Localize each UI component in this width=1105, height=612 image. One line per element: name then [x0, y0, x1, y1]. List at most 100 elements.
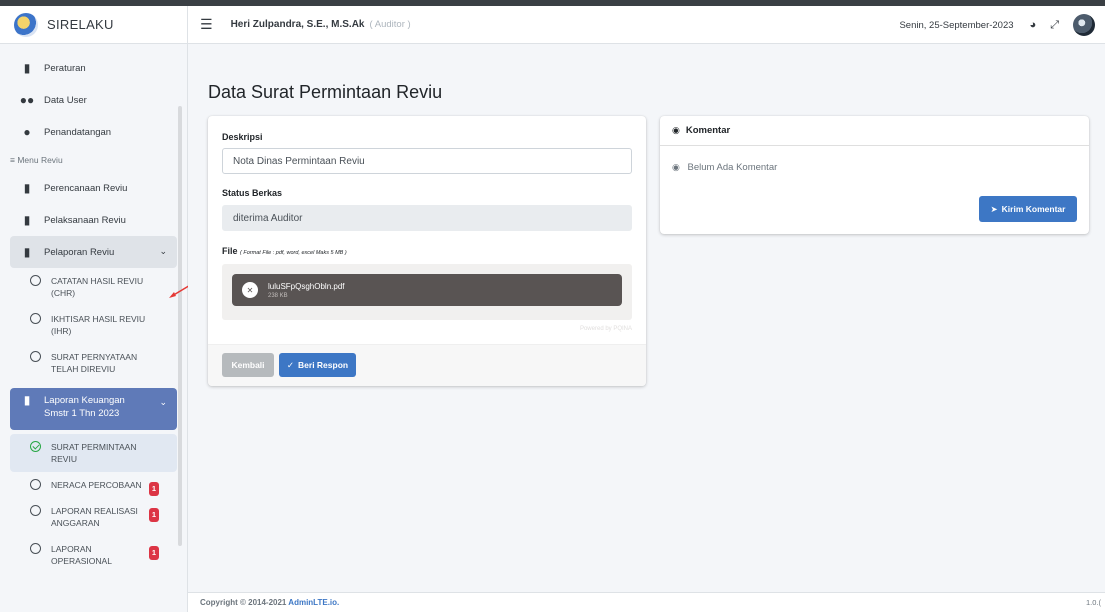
- sidebar-item-laporan-keuangan[interactable]: ▮ Laporan Keuangan Smstr 1 Thn 2023 ⌄: [10, 388, 177, 430]
- respond-button[interactable]: ✓ Beri Respon: [279, 353, 356, 377]
- file-name[interactable]: luluSFpQsghObln.pdf: [268, 282, 345, 291]
- send-comment-label: Kirim Komentar: [1001, 204, 1066, 214]
- file-icon: ▮: [23, 245, 31, 259]
- circle-icon: [30, 479, 41, 490]
- file-icon: ▮: [23, 181, 31, 195]
- count-badge: 1: [148, 482, 159, 496]
- comments-icon: ◉: [672, 125, 680, 135]
- chevron-down-icon: ⌄: [159, 246, 167, 256]
- file-invoice-icon: ▮: [23, 393, 31, 407]
- form-card: Deskripsi Nota Dinas Permintaan Reviu St…: [208, 116, 646, 386]
- user-name: Heri Zulpandra, S.E., M.S.Ak: [230, 19, 365, 30]
- sidebar-subitem-surat-pernyataan[interactable]: SURAT PERNYATAAN TELAH DIREVIU: [10, 344, 177, 382]
- no-comment-text: Belum Ada Komentar: [687, 162, 778, 173]
- copyright-text: Copyright © 2014-2021 AdminLTE.io.: [200, 598, 339, 607]
- sidebar-section-header: ≡ Menu Reviu: [10, 155, 63, 165]
- sidebar-item-pelaporan-reviu[interactable]: ▮ Pelaporan Reviu ⌄: [10, 236, 177, 268]
- form-card-footer: Kembali ✓ Beri Respon: [208, 344, 646, 386]
- uploaded-file-item: ✕ luluSFpQsghObln.pdf 238 KB: [232, 274, 622, 306]
- sidebar-item-peraturan[interactable]: ▮ Peraturan: [10, 52, 177, 84]
- sidebar-item-perencanaan-reviu[interactable]: ▮ Perencanaan Reviu: [10, 172, 177, 204]
- sidebar: SIRELAKU ▮ Peraturan ●● Data User ● Pena…: [0, 6, 188, 612]
- sidebar-subitem-label: CATATAN HASIL REVIU (CHR): [51, 276, 144, 298]
- top-navbar: ☰ Heri Zulpandra, S.E., M.S.Ak ( Auditor…: [188, 6, 1105, 44]
- send-comment-button[interactable]: ➤ Kirim Komentar: [979, 196, 1077, 222]
- sidebar-subitem-ihr[interactable]: IKHTISAR HASIL REVIU (IHR): [10, 306, 177, 344]
- respond-button-label: Beri Respon: [298, 360, 349, 370]
- file-label-row: File ( Format File : pdf, word, excel Ma…: [222, 246, 347, 256]
- circle-icon: [30, 351, 41, 362]
- sidebar-subitem-label: NERACA PERCOBAAN: [51, 480, 142, 490]
- adminlte-link[interactable]: AdminLTE.io.: [288, 598, 339, 607]
- comment-card-header: ◉ Komentar: [660, 116, 1089, 146]
- sidebar-item-data-user[interactable]: ●● Data User: [10, 84, 177, 116]
- page-title: Data Surat Permintaan Reviu: [208, 82, 443, 102]
- comment-card: ◉ Komentar ◉ Belum Ada Komentar ➤ Kirim …: [660, 116, 1089, 234]
- sidebar-subitem-lo[interactable]: LAPORAN OPERASIONAL 1: [10, 536, 177, 574]
- globe-icon[interactable]: ◕: [1030, 19, 1037, 31]
- sidebar-nav: ▮ Peraturan ●● Data User ● Penandatangan…: [0, 44, 187, 574]
- sidebar-item-label: Pelaporan Reviu: [44, 246, 115, 258]
- hamburger-menu-icon[interactable]: ☰: [200, 16, 213, 33]
- sidebar-item-label: Perencanaan Reviu: [44, 182, 128, 194]
- file-size: 238 KB: [268, 292, 288, 299]
- chevron-down-icon: ⌄: [159, 397, 167, 407]
- user-icon: ●: [23, 125, 31, 139]
- avatar[interactable]: [1073, 14, 1095, 36]
- check-circle-icon: [30, 441, 41, 452]
- sidebar-item-label: Data User: [44, 94, 87, 106]
- sidebar-subitem-label: SURAT PERMINTAAN REVIU: [51, 442, 137, 464]
- file-meta: luluSFpQsghObln.pdf 238 KB: [268, 282, 345, 299]
- comments-icon: ◉: [672, 162, 680, 172]
- bookmark-icon: ▮: [23, 61, 31, 75]
- users-icon: ●●: [19, 93, 35, 107]
- main-content: Data Surat Permintaan Reviu Deskripsi No…: [188, 44, 1105, 592]
- sidebar-item-penandatangan[interactable]: ● Penandatangan: [10, 116, 177, 148]
- circle-icon: [30, 543, 41, 554]
- powered-by-text[interactable]: Powered by PQINA: [580, 326, 632, 332]
- count-badge: 1: [148, 508, 159, 522]
- page-footer: Copyright © 2014-2021 AdminLTE.io. 1.0.(: [188, 592, 1105, 612]
- deskripsi-field[interactable]: Nota Dinas Permintaan Reviu: [222, 148, 632, 174]
- comment-card-title: Komentar: [685, 125, 731, 136]
- sidebar-subitem-label: LAPORAN REALISASI ANGGARAN: [51, 506, 138, 528]
- sidebar-item-label: Laporan Keuangan Smstr 1 Thn 2023: [44, 395, 125, 419]
- version-text: 1.0.(: [1085, 598, 1101, 607]
- status-field: diterima Auditor: [222, 205, 632, 231]
- circle-icon: [30, 275, 41, 286]
- sidebar-item-label: Penandatangan: [44, 126, 112, 138]
- deskripsi-label: Deskripsi: [222, 132, 263, 142]
- sidebar-subitem-label: SURAT PERNYATAAN TELAH DIREVIU: [51, 352, 138, 374]
- file-icon: ▮: [23, 213, 31, 227]
- check-icon: ✓: [286, 359, 295, 370]
- brand[interactable]: SIRELAKU: [0, 6, 187, 44]
- current-date: Senin, 25-September-2023: [899, 19, 1014, 31]
- circle-icon: [30, 505, 41, 516]
- fullscreen-icon[interactable]: ⤢: [1050, 19, 1059, 32]
- brand-name: SIRELAKU: [47, 17, 114, 32]
- header-right: Senin, 25-September-2023 ◕ ⤢: [899, 6, 1095, 44]
- sidebar-subitem-label: IKHTISAR HASIL REVIU (IHR): [51, 314, 146, 336]
- sidebar-item-label: Peraturan: [44, 62, 86, 74]
- sidebar-subitem-lra[interactable]: LAPORAN REALISASI ANGGARAN 1: [10, 498, 177, 536]
- user-role: ( Auditor ): [369, 19, 411, 30]
- file-dropzone[interactable]: ✕ luluSFpQsghObln.pdf 238 KB: [222, 264, 632, 320]
- back-button[interactable]: Kembali: [222, 353, 274, 377]
- sidebar-item-label: Pelaksanaan Reviu: [44, 214, 126, 226]
- sidebar-subitem-chr[interactable]: CATATAN HASIL REVIU (CHR): [10, 268, 177, 306]
- remove-file-icon[interactable]: ✕: [242, 282, 258, 298]
- status-label: Status Berkas: [222, 188, 283, 198]
- brand-logo-icon: [14, 12, 38, 37]
- file-format-hint: ( Format File : pdf, word, excel Maks 5 …: [240, 250, 347, 256]
- circle-icon: [30, 313, 41, 324]
- sidebar-subitem-neraca[interactable]: NERACA PERCOBAAN 1: [10, 472, 177, 498]
- paper-plane-icon: ➤: [990, 203, 998, 214]
- sidebar-subitem-surat-permintaan[interactable]: SURAT PERMINTAAN REVIU: [10, 434, 177, 472]
- sidebar-item-pelaksanaan-reviu[interactable]: ▮ Pelaksanaan Reviu: [10, 204, 177, 236]
- count-badge: 1: [148, 546, 159, 560]
- file-label: File: [222, 246, 238, 256]
- sidebar-scrollbar[interactable]: [178, 106, 182, 546]
- copyright-prefix: Copyright © 2014-2021: [200, 598, 289, 607]
- no-comment-message: ◉ Belum Ada Komentar: [672, 162, 777, 173]
- sidebar-subitem-label: LAPORAN OPERASIONAL: [51, 544, 112, 566]
